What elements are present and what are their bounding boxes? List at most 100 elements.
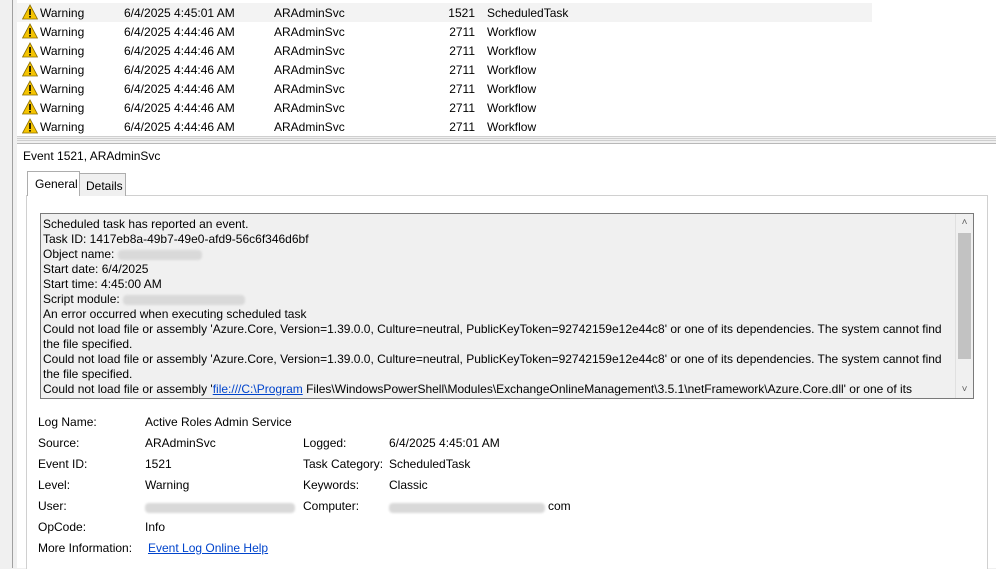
object-name-label: Object name:	[43, 247, 115, 261]
event-row[interactable]: Warning 6/4/2025 4:44:46 AM ARAdminSvc 2…	[17, 60, 996, 79]
desc-line: Task ID: 1417eb8a-49b7-49e0-afd9-56c6f34…	[43, 232, 309, 246]
window-left-edge	[0, 0, 14, 568]
event-level: Warning	[40, 101, 85, 115]
warning-icon	[22, 61, 38, 77]
tab-details-label: Details	[86, 179, 123, 193]
event-category: Workflow	[487, 120, 537, 134]
event-row[interactable]: Warning 6/4/2025 4:44:46 AM ARAdminSvc 2…	[17, 117, 996, 136]
level-label: Level:	[38, 478, 71, 492]
event-id: 2711	[449, 25, 475, 39]
desc-line: Object name:	[43, 247, 955, 262]
source-value: ARAdminSvc	[145, 436, 216, 450]
event-category: Workflow	[487, 25, 537, 39]
event-row[interactable]: Warning 6/4/2025 4:44:46 AM ARAdminSvc 2…	[17, 22, 996, 41]
warning-icon	[22, 42, 38, 58]
event-row[interactable]: Warning 6/4/2025 4:44:46 AM ARAdminSvc 2…	[17, 41, 996, 60]
event-level: Warning	[40, 82, 85, 96]
task-category-value: ScheduledTask	[389, 457, 471, 471]
scroll-up-icon[interactable]: ˄	[956, 214, 973, 231]
event-source: ARAdminSvc	[274, 120, 345, 134]
event-date: 6/4/2025 4:44:46 AM	[124, 44, 235, 58]
redacted-user	[145, 500, 295, 514]
event-id: 2711	[449, 120, 475, 134]
keywords-value: Classic	[389, 478, 428, 492]
event-id: 2711	[449, 82, 475, 96]
event-date: 6/4/2025 4:44:46 AM	[124, 63, 235, 77]
opcode-label: OpCode:	[38, 520, 87, 534]
logged-label: Logged:	[303, 436, 347, 450]
redacted-script-module	[123, 294, 246, 305]
description-scrollbar[interactable]: ˄ ˅	[955, 214, 973, 398]
event-log-online-help-link[interactable]: Event Log Online Help	[148, 541, 268, 555]
pane-splitter[interactable]	[17, 136, 996, 142]
event-level: Warning	[40, 120, 85, 134]
file-path-link[interactable]: file:///C:\Program	[213, 382, 303, 396]
log-name-value: Active Roles Admin Service	[145, 415, 292, 429]
scroll-thumb[interactable]	[958, 233, 971, 359]
event-list[interactable]: Warning 6/4/2025 4:45:01 AM ARAdminSvc 1…	[17, 0, 996, 136]
desc-line: Could not load file or assembly 'file://…	[43, 382, 955, 397]
event-level: Warning	[40, 44, 85, 58]
redacted-object-name	[117, 249, 202, 260]
event-date: 6/4/2025 4:44:46 AM	[124, 82, 235, 96]
computer-suffix: com	[548, 499, 571, 513]
level-value: Warning	[145, 478, 190, 492]
event-category: Workflow	[487, 44, 537, 58]
desc-line: Scheduled task has reported an event.	[43, 217, 249, 231]
source-label: Source:	[38, 436, 80, 450]
tab-general[interactable]: General	[27, 171, 80, 196]
script-module-label: Script module:	[43, 292, 120, 306]
event-id: 2711	[449, 63, 475, 77]
more-information-label: More Information:	[38, 541, 133, 555]
event-id: 2711	[449, 44, 475, 58]
tab-general-label: General	[35, 177, 78, 191]
user-label: User:	[38, 499, 67, 513]
warning-icon	[22, 118, 38, 134]
computer-label: Computer:	[303, 499, 360, 513]
scroll-down-icon[interactable]: ˅	[956, 381, 973, 398]
opcode-value: Info	[145, 520, 166, 534]
warning-icon	[22, 80, 38, 96]
detail-header: Event 1521, ARAdminSvc	[17, 143, 996, 167]
event-id: 1521	[448, 6, 475, 20]
desc-line: Could not load file or assembly 'Azure.C…	[43, 322, 942, 351]
desc-line: Start date: 6/4/2025	[43, 262, 149, 276]
event-source: ARAdminSvc	[274, 101, 345, 115]
event-level: Warning	[40, 25, 85, 39]
desc-text-fragment: Files\WindowsPowerShell\Modules\Exchange…	[302, 382, 912, 396]
warning-icon	[22, 23, 38, 39]
event-id-label: Event ID:	[38, 457, 88, 471]
event-description-box[interactable]: Scheduled task has reported an event. Ta…	[40, 213, 974, 399]
event-source: ARAdminSvc	[274, 6, 345, 20]
event-source: ARAdminSvc	[274, 63, 345, 77]
event-source: ARAdminSvc	[274, 44, 345, 58]
event-date: 6/4/2025 4:44:46 AM	[124, 25, 235, 39]
event-category: Workflow	[487, 101, 537, 115]
event-row[interactable]: Warning 6/4/2025 4:44:46 AM ARAdminSvc 2…	[17, 98, 996, 117]
event-description-text: Scheduled task has reported an event. Ta…	[43, 217, 955, 397]
desc-text-fragment: Could not load file or assembly '	[43, 382, 213, 396]
event-level: Warning	[40, 63, 85, 77]
event-category: Workflow	[487, 63, 537, 77]
desc-line: An error occurred when executing schedul…	[43, 307, 307, 321]
event-source: ARAdminSvc	[274, 82, 345, 96]
event-source: ARAdminSvc	[274, 25, 345, 39]
keywords-label: Keywords:	[303, 478, 360, 492]
event-date: 6/4/2025 4:45:01 AM	[124, 6, 235, 20]
event-date: 6/4/2025 4:44:46 AM	[124, 101, 235, 115]
event-id-value: 1521	[145, 457, 172, 471]
tab-details[interactable]: Details	[78, 173, 126, 196]
desc-line: Script module:	[43, 292, 955, 307]
warning-icon	[22, 99, 38, 115]
warning-icon	[22, 4, 38, 20]
event-row[interactable]: Warning 6/4/2025 4:44:46 AM ARAdminSvc 2…	[17, 79, 996, 98]
redacted-computer	[389, 500, 545, 514]
task-category-label: Task Category:	[303, 457, 384, 471]
desc-line: Start time: 4:45:00 AM	[43, 277, 162, 291]
log-name-label: Log Name:	[38, 415, 97, 429]
event-level: Warning	[40, 6, 85, 20]
event-id: 2711	[449, 101, 475, 115]
event-category: ScheduledTask	[487, 6, 569, 20]
event-row[interactable]: Warning 6/4/2025 4:45:01 AM ARAdminSvc 1…	[17, 3, 872, 22]
detail-title: Event 1521, ARAdminSvc	[23, 149, 161, 163]
